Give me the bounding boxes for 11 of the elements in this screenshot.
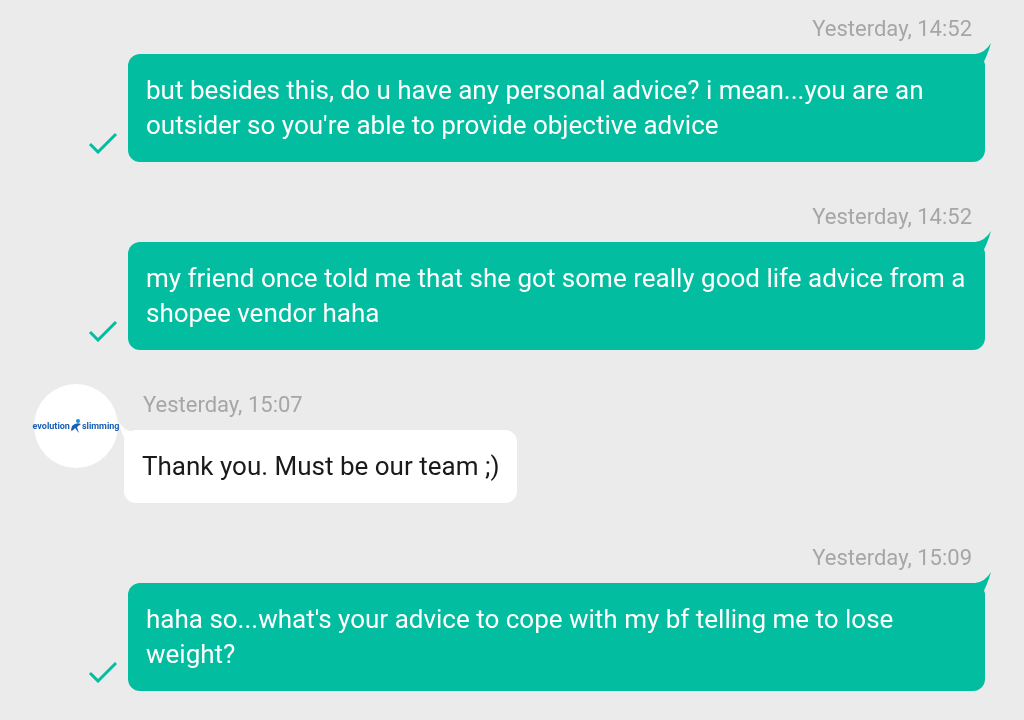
message-text: my friend once told me that she got some really good life advice from a shopee vendor haha <box>146 263 966 328</box>
timestamp: Yesterday, 15:07 <box>143 392 303 418</box>
figure-icon <box>69 418 82 434</box>
timestamp: Yesterday, 15:09 <box>812 545 972 571</box>
message-text: but besides this, do u have any personal advice? i mean...you are an outsider so you're able to provide objective advice <box>146 75 924 140</box>
logo-text: evolution <box>32 421 70 431</box>
timestamp: Yesterday, 14:52 <box>812 16 972 42</box>
message-text: Thank you. Must be our team ;) <box>142 451 500 481</box>
timestamp: Yesterday, 14:52 <box>812 204 972 230</box>
message-text: haha so...what's your advice to cope with my bf telling me to lose weight? <box>146 604 894 669</box>
logo-text: slimming <box>81 421 120 431</box>
